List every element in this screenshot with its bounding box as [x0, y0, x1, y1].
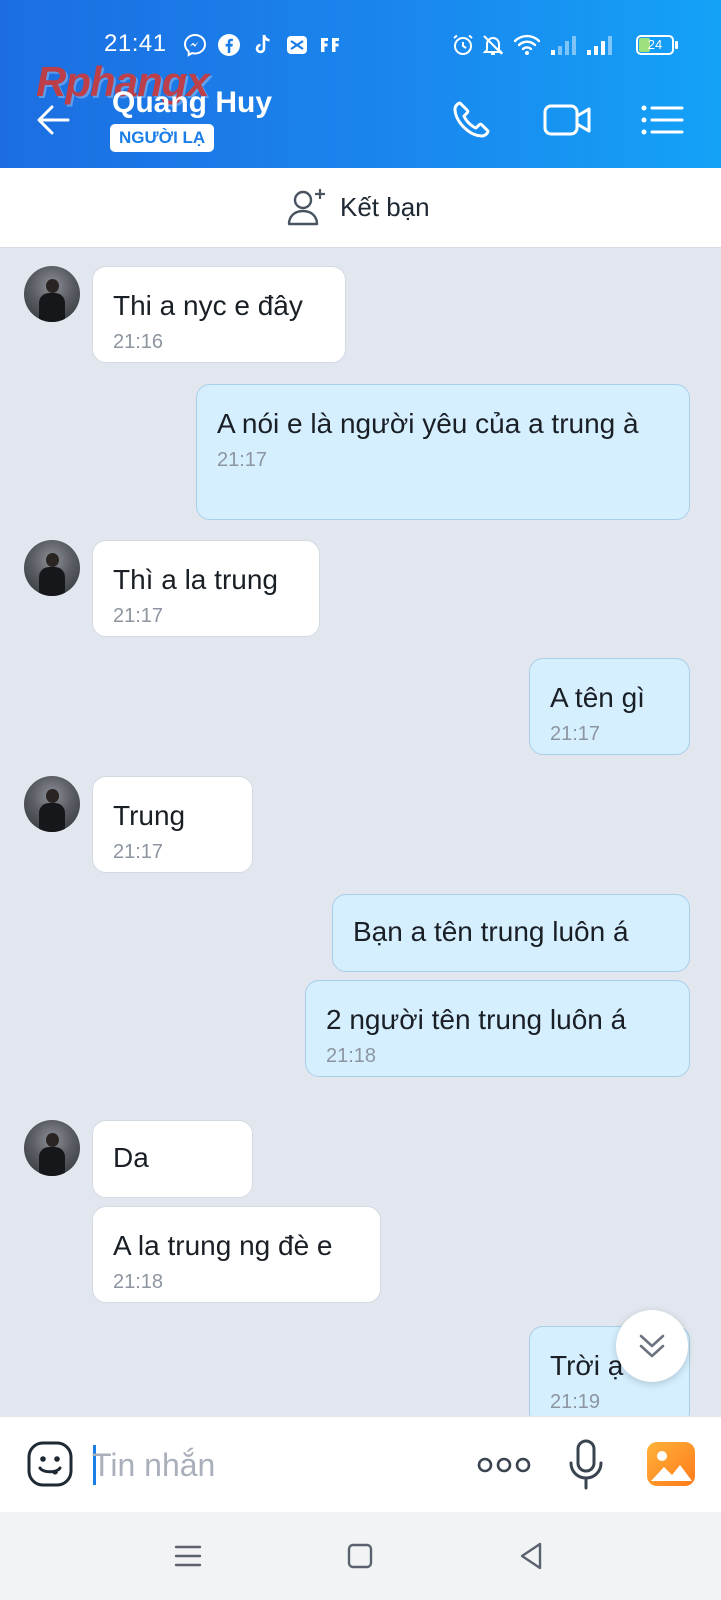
- add-user-icon: [287, 189, 325, 226]
- image-gallery-icon: [647, 1442, 695, 1486]
- phone-icon: [453, 101, 490, 138]
- menu-lines-icon: [174, 1545, 202, 1567]
- more-options-button[interactable]: [476, 1449, 532, 1481]
- battery-level: 24: [647, 37, 663, 52]
- emoji-button[interactable]: [26, 1440, 74, 1488]
- triangle-back-icon: [520, 1542, 542, 1570]
- message-time: 21:16: [113, 331, 164, 353]
- message-composer: [0, 1416, 721, 1512]
- double-chevron-down-icon: [639, 1334, 665, 1358]
- message-time: 21:17: [113, 841, 164, 863]
- mute-bell-icon: [480, 32, 506, 58]
- message-outgoing[interactable]: A nói e là người yêu của a trung à 21:17: [196, 384, 690, 520]
- message-time: 21:19: [550, 1391, 601, 1413]
- add-friend-button[interactable]: Kết bạn: [286, 186, 430, 228]
- message-outgoing[interactable]: 2 người tên trung luôn á 21:18: [305, 980, 690, 1077]
- message-text: 2 người tên trung luôn á: [326, 1004, 627, 1035]
- chat-area[interactable]: Thi a nyc e đây 21:16 A nói e là người y…: [0, 248, 721, 1426]
- messenger-icon: [182, 32, 208, 58]
- message-text: A tên gì: [550, 682, 645, 713]
- list-menu-icon: [641, 105, 684, 135]
- arrow-left-icon: [37, 105, 70, 135]
- message-input[interactable]: [92, 1441, 432, 1489]
- app-bar: 21:41 24 Rphangx Quang Huy NGƯỜI LẠ: [0, 0, 721, 168]
- facebook-icon: [216, 32, 242, 58]
- more-dots-icon: [477, 1457, 531, 1473]
- message-outgoing[interactable]: Bạn a tên trung luôn á: [332, 894, 690, 972]
- signal-sim2-icon: [584, 32, 614, 58]
- send-image-button[interactable]: [646, 1441, 696, 1487]
- status-time: 21:41: [104, 30, 167, 57]
- chat-menu-button[interactable]: [638, 98, 686, 142]
- message-text: Thì a la trung: [113, 564, 278, 595]
- message-text: Bạn a tên trung luôn á: [353, 916, 629, 947]
- message-incoming[interactable]: Thì a la trung 21:17: [92, 540, 320, 637]
- back-button[interactable]: [34, 100, 74, 140]
- stranger-badge: NGƯỜI LẠ: [110, 124, 215, 152]
- video-camera-icon: [543, 104, 591, 136]
- add-friend-label: Kết bạn: [340, 191, 430, 222]
- message-incoming[interactable]: Thi a nyc e đây 21:16: [92, 266, 346, 363]
- capcut-icon: [284, 32, 310, 58]
- battery-tip: [675, 41, 678, 49]
- free-fire-icon: [318, 32, 344, 58]
- back-nav-button[interactable]: [512, 1536, 552, 1576]
- message-time: 21:17: [113, 605, 164, 627]
- message-text: Thi a nyc e đây: [113, 290, 303, 321]
- alarm-icon: [450, 32, 476, 58]
- message-text: A nói e là người yêu của a trung à: [217, 408, 639, 439]
- add-friend-bar: Kết bạn: [0, 168, 721, 248]
- square-home-icon: [347, 1543, 373, 1569]
- contact-avatar[interactable]: [24, 1120, 80, 1176]
- message-outgoing[interactable]: A tên gì 21:17: [529, 658, 690, 755]
- contact-avatar[interactable]: [24, 540, 80, 596]
- call-button[interactable]: [448, 98, 496, 142]
- message-incoming[interactable]: Da: [92, 1120, 253, 1198]
- contact-avatar[interactable]: [24, 266, 80, 322]
- message-text: A la trung ng đè e: [113, 1230, 333, 1261]
- emoji-icon: [27, 1441, 73, 1487]
- message-time: 21:17: [217, 449, 268, 471]
- home-button[interactable]: [340, 1536, 380, 1576]
- tiktok-icon: [250, 32, 276, 58]
- system-nav-bar: [0, 1512, 721, 1600]
- scroll-to-bottom-button[interactable]: [616, 1310, 688, 1382]
- contact-name[interactable]: Quang Huy: [112, 86, 272, 120]
- message-text: Trung: [113, 800, 186, 831]
- voice-message-button[interactable]: [566, 1437, 606, 1493]
- battery-icon: 24: [636, 35, 674, 55]
- wifi-icon: [512, 32, 542, 58]
- message-time: 21:17: [550, 723, 601, 745]
- message-incoming[interactable]: A la trung ng đè e 21:18: [92, 1206, 381, 1303]
- message-text: Da: [113, 1142, 149, 1173]
- message-time: 21:18: [113, 1271, 164, 1293]
- message-incoming[interactable]: Trung 21:17: [92, 776, 253, 873]
- contact-avatar[interactable]: [24, 776, 80, 832]
- signal-sim1-icon: [548, 32, 578, 58]
- message-time: 21:18: [326, 1045, 377, 1067]
- recent-apps-button[interactable]: [168, 1536, 208, 1576]
- video-call-button[interactable]: [542, 98, 594, 142]
- microphone-icon: [569, 1439, 603, 1490]
